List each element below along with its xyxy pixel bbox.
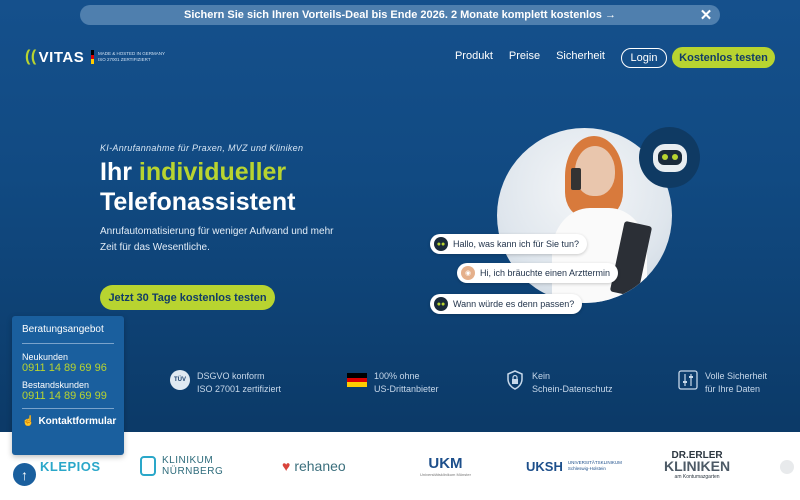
trust-item-dsgvo: TÜV DSGVO konform ISO 27001 zertifiziert bbox=[170, 370, 281, 396]
robot-icon: ●● bbox=[434, 237, 448, 251]
logo-dr-erler: DR.ERLER KLINIKEN am Kontumazgarten bbox=[664, 432, 730, 500]
ukm-sub: Universitätsklinikum Münster bbox=[420, 472, 471, 477]
chat-text-1: Hallo, was kann ich für Sie tun? bbox=[453, 239, 580, 249]
klinikum-l2: NÜRNBERG bbox=[162, 466, 224, 477]
badge-line2: ISO 27001 ZERTIFIZIERT bbox=[98, 57, 151, 62]
logo-klinikum-nuernberg: KLINIKUM NÜRNBERG bbox=[140, 432, 223, 500]
hero-kicker: KI-Anrufannahme für Praxen, MVZ und Klin… bbox=[100, 143, 304, 153]
existing-customers-label: Bestandskunden bbox=[22, 380, 90, 390]
hero-title: Ihr individueller Telefonassistent bbox=[100, 157, 295, 217]
trust-3-l1: Kein bbox=[532, 371, 551, 381]
trust-1-l2: ISO 27001 zertifiziert bbox=[197, 384, 282, 394]
wave-icon: (( bbox=[25, 48, 37, 65]
erler-l3: am Kontumazgarten bbox=[674, 473, 720, 480]
trust-4-l1: Volle Sicherheit bbox=[705, 371, 768, 381]
close-icon[interactable]: ✕ bbox=[698, 7, 714, 24]
heart-icon: ♥ bbox=[282, 458, 291, 474]
contact-widget: Beratungsangebot Neukunden 0911 14 89 69… bbox=[12, 316, 124, 455]
hero-subtitle: Anrufautomatisierung für weniger Aufwand… bbox=[100, 226, 334, 253]
contact-form-label: Kontaktformular bbox=[38, 416, 117, 427]
klinikum-logo-icon bbox=[140, 456, 156, 476]
carousel-dot[interactable] bbox=[780, 460, 794, 474]
existing-customers-phone[interactable]: 0911 14 89 69 99 bbox=[22, 390, 114, 402]
person-head bbox=[575, 146, 615, 196]
contact-title: Beratungsangebot bbox=[22, 324, 114, 344]
promo-text[interactable]: Sichern Sie sich Ihren Vorteils-Deal bis… bbox=[184, 9, 616, 21]
logo-text: VITAS bbox=[38, 48, 85, 66]
nav-sicherheit[interactable]: Sicherheit bbox=[556, 50, 605, 62]
hero-title-pre: Ihr bbox=[100, 158, 139, 186]
contact-form-link[interactable]: ☝ Kontaktformular bbox=[22, 408, 117, 427]
sliders-icon bbox=[678, 370, 698, 390]
kostenlos-testen-button[interactable]: Kostenlos testen bbox=[672, 47, 775, 68]
robot-avatar bbox=[639, 127, 700, 188]
shield-lock-icon bbox=[505, 370, 525, 390]
logo-rehaneo: ♥ rehaneo bbox=[282, 432, 346, 500]
pointer-icon: ☝ bbox=[22, 416, 35, 427]
tuv-seal-icon: TÜV bbox=[170, 370, 190, 390]
trust-4-l2: für Ihre Daten bbox=[705, 384, 761, 394]
robot-icon: ●● bbox=[434, 297, 448, 311]
german-flag-icon bbox=[347, 373, 367, 388]
hero-title-line2: Telefonassistent bbox=[100, 188, 296, 216]
promo-banner[interactable]: Sichern Sie sich Ihren Vorteils-Deal bis… bbox=[80, 5, 720, 25]
uksh-text: UKSH bbox=[526, 458, 563, 474]
germany-badge: MADE & HOSTED IN GERMANY ISO 27001 ZERTI… bbox=[91, 50, 165, 65]
chat-bubble-user: ◉ Hi, ich bräuchte einen Arzttermin bbox=[457, 263, 619, 283]
trial-cta-button[interactable]: Jetzt 30 Tage kostenlos testen bbox=[100, 285, 275, 310]
robot-icon bbox=[652, 143, 687, 172]
nav-produkt[interactable]: Produkt bbox=[455, 50, 493, 62]
german-flag-icon bbox=[91, 50, 94, 65]
chat-bubble-bot-2: ●● Wann würde es denn passen? bbox=[430, 294, 583, 314]
ukm-text: UKM bbox=[428, 455, 463, 472]
nav-preise[interactable]: Preise bbox=[509, 50, 540, 62]
trust-2-l2: US-Drittanbieter bbox=[374, 384, 439, 394]
erler-l2: KLINIKEN bbox=[664, 457, 731, 474]
rehaneo-text: rehaneo bbox=[294, 458, 346, 474]
chat-bubble-bot-1: ●● Hallo, was kann ich für Sie tun? bbox=[430, 234, 588, 254]
main-nav: Produkt Preise Sicherheit bbox=[455, 50, 605, 62]
logo-ukm: UKM Universitätsklinikum Münster bbox=[420, 432, 471, 500]
trust-item-us: 100% ohne US-Drittanbieter bbox=[347, 370, 439, 396]
trust-item-datenschutz: Kein Schein-Datenschutz bbox=[505, 370, 613, 396]
login-button[interactable]: Login bbox=[621, 48, 667, 68]
trust-1-l1: DSGVO konform bbox=[197, 371, 265, 381]
hero-title-accent: individueller bbox=[138, 158, 287, 186]
chat-text-2: Hi, ich bräuchte einen Arzttermin bbox=[480, 268, 611, 278]
phone-icon bbox=[571, 168, 581, 190]
new-customers-phone[interactable]: 0911 14 89 69 96 bbox=[22, 362, 114, 374]
klinikum-l1: KLINIKUM bbox=[162, 455, 214, 466]
vitas-logo[interactable]: (( VITAS MADE & HOSTED IN GERMANY ISO 27… bbox=[25, 46, 165, 68]
scroll-up-icon[interactable]: ↑ bbox=[12, 462, 37, 487]
user-avatar-icon: ◉ bbox=[461, 266, 475, 280]
new-customers-label: Neukunden bbox=[22, 352, 69, 362]
trust-3-l2: Schein-Datenschutz bbox=[532, 384, 613, 394]
trust-item-sicherheit: Volle Sicherheit für Ihre Daten bbox=[678, 370, 767, 396]
uksh-sub2: Schleswig-Holstein bbox=[567, 466, 606, 471]
trust-2-l1: 100% ohne bbox=[374, 371, 420, 381]
chat-text-3: Wann würde es denn passen? bbox=[453, 299, 575, 309]
logo-mark: (( VITAS bbox=[25, 46, 85, 68]
logo-uksh: UKSH UNIVERSITÄTSKLINIKUM Schleswig-Holst… bbox=[526, 432, 622, 500]
